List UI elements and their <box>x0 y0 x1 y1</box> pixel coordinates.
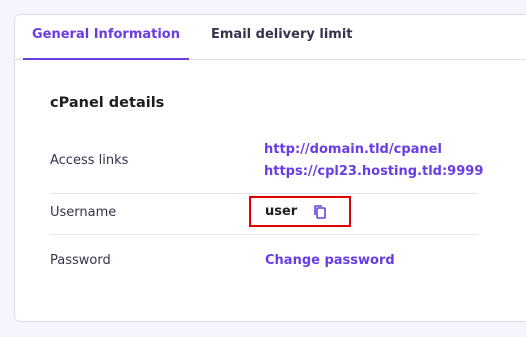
username-value: user <box>265 204 298 219</box>
access-link-cpanel[interactable]: http://domain.tld/cpanel <box>264 142 442 157</box>
tab-bar: General Information Email delivery limit <box>15 15 526 60</box>
divider <box>50 193 478 194</box>
copy-icon[interactable] <box>313 204 327 220</box>
access-link-hosting[interactable]: https://cpl23.hosting.tld:9999 <box>264 164 483 179</box>
divider <box>50 234 478 235</box>
change-password-link[interactable]: Change password <box>265 253 395 268</box>
password-label: Password <box>50 253 111 268</box>
username-highlight-box: user <box>249 196 351 227</box>
username-label: Username <box>50 205 117 220</box>
access-links-label: Access links <box>50 153 129 168</box>
details-card: General Information Email delivery limit… <box>14 14 526 322</box>
tab-email-delivery-limit[interactable]: Email delivery limit <box>211 15 353 59</box>
tab-general-information[interactable]: General Information <box>23 15 189 60</box>
section-title: cPanel details <box>50 95 165 111</box>
